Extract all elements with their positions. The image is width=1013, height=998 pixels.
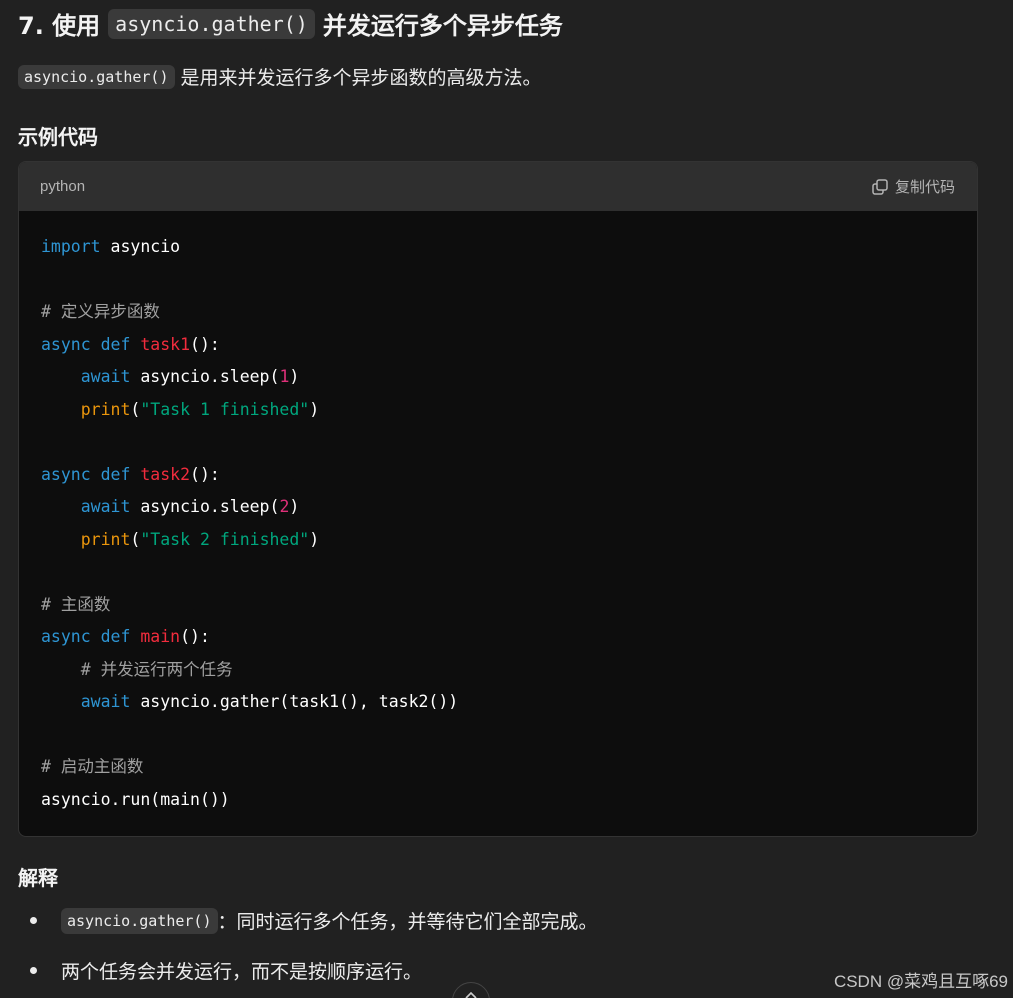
example-code-title: 示例代码: [18, 125, 98, 149]
code-token: ): [289, 367, 300, 386]
code-line: # 定义异步函数: [41, 302, 160, 321]
code-line: # 主函数: [41, 595, 110, 614]
code-line: await asyncio.sleep(2): [41, 497, 300, 516]
code-line: print("Task 1 finished"): [41, 400, 319, 419]
code-token: print: [80, 399, 131, 419]
code-token: # 主函数: [41, 594, 111, 614]
code-line: # 并发运行两个任务: [41, 660, 233, 679]
code-line: # 启动主函数: [41, 757, 143, 776]
intro-paragraph: asyncio.gather() 是用来并发运行多个异步函数的高级方法。: [18, 63, 542, 90]
code-token: ():: [190, 334, 220, 354]
bullet-text: 两个任务会并发运行，而不是按顺序运行。: [61, 961, 423, 983]
bullet-item: 两个任务会并发运行，而不是按顺序运行。: [30, 957, 422, 984]
code-block-header: python 复制代码: [19, 162, 977, 211]
code-body: import asyncio # 定义异步函数 async def task1(…: [19, 211, 977, 816]
code-token: # 启动主函数: [41, 757, 144, 776]
code-token: import: [41, 237, 101, 256]
code-token: asyncio.sleep(: [130, 367, 280, 386]
code-token: "Task 2 finished": [140, 529, 310, 549]
bullet-item: asyncio.gather() ：同时运行多个任务，并等待它们全部完成。: [30, 907, 598, 934]
copy-icon: [871, 178, 889, 196]
code-line: async def main():: [41, 627, 210, 646]
code-token: await: [80, 497, 131, 516]
code-token: 2: [279, 497, 290, 516]
code-token: ():: [180, 627, 210, 646]
watermark: CSDN @菜鸡且互啄69: [833, 972, 1008, 991]
code-line: asyncio.run(main()): [41, 790, 230, 809]
chat-page: 7. 使用 asyncio.gather() 并发运行多个异步任务 asynci…: [0, 0, 1013, 998]
code-token: def: [100, 334, 131, 354]
code-line: async def task1():: [41, 335, 220, 354]
arrow-down-icon: [465, 989, 477, 998]
code-token: ): [309, 529, 320, 549]
code-token: # 定义异步函数: [41, 302, 160, 321]
code-line: await asyncio.gather(task1(), task2()): [41, 692, 459, 711]
heading-prefix: 7. 使用: [18, 12, 101, 40]
code-token: ): [309, 399, 320, 419]
code-token: (: [130, 399, 141, 419]
code-token: asyncio.run(main()): [41, 789, 230, 809]
scroll-down-button[interactable]: [452, 982, 490, 998]
code-token: asyncio: [100, 237, 181, 256]
code-token: asyncio.sleep(: [130, 497, 280, 516]
code-token: ():: [190, 464, 220, 484]
code-token: def: [100, 627, 131, 646]
code-token: async: [41, 464, 91, 484]
code-token: async: [41, 627, 91, 646]
intro-text: 是用来并发运行多个异步函数的高级方法。: [180, 67, 542, 89]
code-token: async: [41, 334, 91, 354]
section-heading: 7. 使用 asyncio.gather() 并发运行多个异步任务: [18, 6, 563, 41]
heading-suffix: 并发运行多个异步任务: [322, 12, 563, 40]
code-token: task2: [140, 464, 191, 484]
code-line: async def task2():: [41, 465, 220, 484]
heading-inline-code: asyncio.gather(): [108, 8, 315, 39]
code-token: # 并发运行两个任务: [80, 659, 233, 679]
code-language-label: python: [40, 178, 86, 195]
code-token: await: [80, 367, 131, 386]
code-block: python 复制代码 import asyncio # 定义异步函数 asyn…: [18, 161, 978, 837]
code-line: await asyncio.sleep(1): [41, 367, 300, 386]
code-token: task1: [140, 334, 191, 354]
code-token: 1: [279, 367, 290, 386]
bullet-inline-code: asyncio.gather(): [61, 907, 218, 934]
code-token: (: [130, 529, 141, 549]
copy-code-label: 复制代码: [894, 179, 955, 196]
bullet-dot: [30, 917, 37, 924]
code-token: def: [100, 464, 131, 484]
code-token: "Task 1 finished": [140, 399, 310, 419]
copy-code-button[interactable]: 复制代码: [871, 176, 955, 197]
code-token: asyncio.gather(task1(), task2()): [130, 692, 459, 711]
code-token: await: [80, 692, 131, 711]
explanation-title: 解释: [18, 866, 58, 890]
code-token: main: [140, 627, 181, 646]
code-token: print: [80, 529, 131, 549]
code-line: import asyncio: [41, 237, 180, 256]
bullet-text: ：同时运行多个任务，并等待它们全部完成。: [217, 911, 598, 933]
intro-inline-code: asyncio.gather(): [18, 64, 175, 89]
bullet-dot: [30, 967, 37, 974]
code-line: print("Task 2 finished"): [41, 530, 319, 549]
code-token: ): [289, 497, 300, 516]
